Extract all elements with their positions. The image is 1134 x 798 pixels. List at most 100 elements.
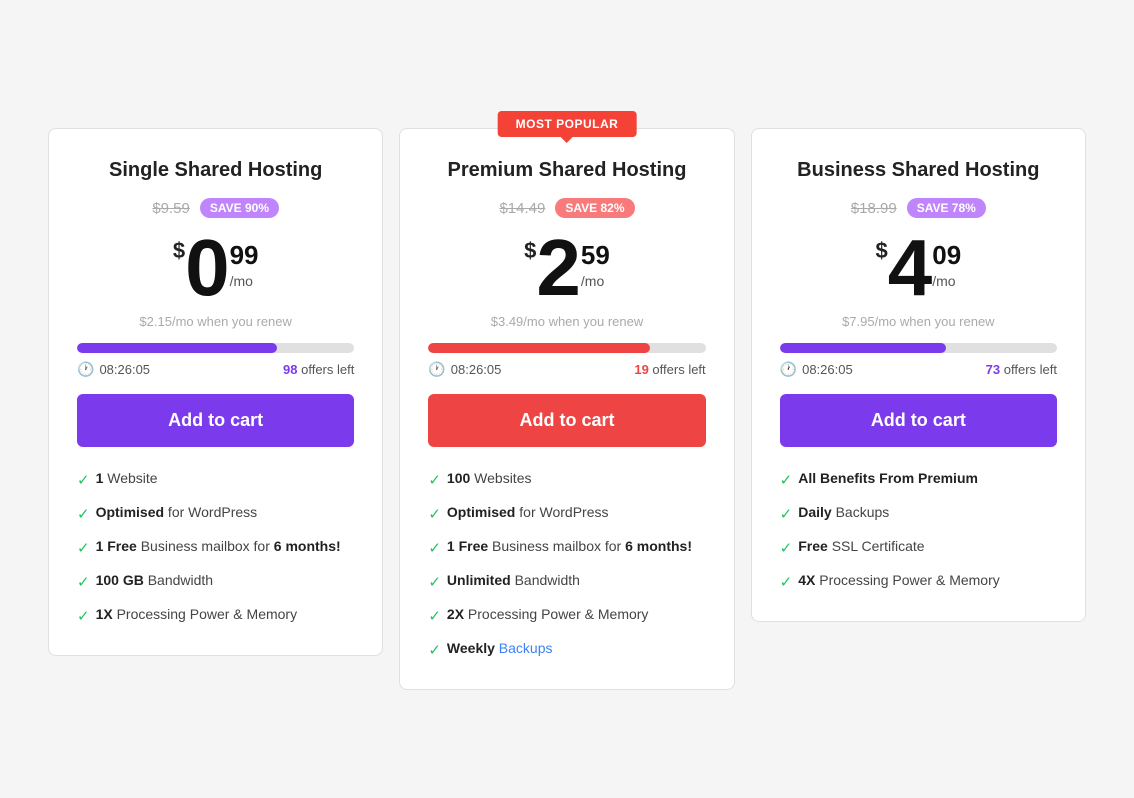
check-icon-single-0: ✓ xyxy=(77,470,90,491)
price-main-business: 4 xyxy=(888,228,933,308)
price-display-premium: $ 2 59 /mo xyxy=(428,228,705,308)
progress-bar-single xyxy=(77,343,277,353)
feature-text-premium-4: 2X Processing Power & Memory xyxy=(447,605,649,625)
feature-item-single-4: ✓ 1X Processing Power & Memory xyxy=(77,605,354,627)
original-price-single: $9.59 xyxy=(152,200,190,217)
price-dollar-single: $ xyxy=(173,238,185,264)
clock-icon-business: 🕐 xyxy=(780,361,797,378)
check-icon-premium-0: ✓ xyxy=(428,470,441,491)
save-badge-premium: SAVE 82% xyxy=(555,198,634,218)
progress-bar-premium xyxy=(428,343,650,353)
progress-bar-container-premium xyxy=(428,343,705,353)
feature-item-single-1: ✓ Optimised for WordPress xyxy=(77,503,354,525)
feature-text-single-4: 1X Processing Power & Memory xyxy=(96,605,298,625)
price-mo-premium: /mo xyxy=(581,273,610,289)
offers-left-single: 98 offers left xyxy=(283,362,354,377)
feature-item-single-3: ✓ 100 GB Bandwidth xyxy=(77,571,354,593)
check-icon-premium-5: ✓ xyxy=(428,640,441,661)
check-icon-premium-3: ✓ xyxy=(428,572,441,593)
check-icon-premium-1: ✓ xyxy=(428,504,441,525)
price-row-premium: $14.49 SAVE 82% xyxy=(428,198,705,218)
plan-title-single: Single Shared Hosting xyxy=(77,159,354,182)
check-icon-business-0: ✓ xyxy=(780,470,793,491)
feature-text-premium-1: Optimised for WordPress xyxy=(447,503,609,523)
feature-item-single-0: ✓ 1 Website xyxy=(77,469,354,491)
price-main-single: 0 xyxy=(185,228,230,308)
add-to-cart-btn-business[interactable]: Add to cart xyxy=(780,394,1057,447)
renew-text-single: $2.15/mo when you renew xyxy=(77,314,354,329)
feature-text-premium-0: 100 Websites xyxy=(447,469,532,489)
feature-list-business: ✓ All Benefits From Premium ✓ Daily Back… xyxy=(780,469,1057,593)
original-price-premium: $14.49 xyxy=(499,200,545,217)
price-display-single: $ 0 99 /mo xyxy=(77,228,354,308)
timer-row-premium: 🕐 08:26:05 19 offers left xyxy=(428,361,705,378)
feature-item-premium-2: ✓ 1 Free Business mailbox for 6 months! xyxy=(428,537,705,559)
price-row-single: $9.59 SAVE 90% xyxy=(77,198,354,218)
timer-value-business: 08:26:05 xyxy=(802,362,853,377)
save-badge-business: SAVE 78% xyxy=(907,198,986,218)
feature-item-business-0: ✓ All Benefits From Premium xyxy=(780,469,1057,491)
price-cents-mo-premium: 59 /mo xyxy=(581,228,610,289)
feature-item-premium-0: ✓ 100 Websites xyxy=(428,469,705,491)
renew-text-business: $7.95/mo when you renew xyxy=(780,314,1057,329)
feature-item-premium-4: ✓ 2X Processing Power & Memory xyxy=(428,605,705,627)
price-cents-business: 09 xyxy=(932,240,961,271)
check-icon-premium-4: ✓ xyxy=(428,606,441,627)
feature-text-premium-2: 1 Free Business mailbox for 6 months! xyxy=(447,537,692,557)
feature-list-single: ✓ 1 Website ✓ Optimised for WordPress ✓ … xyxy=(77,469,354,627)
price-dollar-business: $ xyxy=(875,238,887,264)
feature-text-single-1: Optimised for WordPress xyxy=(96,503,258,523)
pricing-wrapper: Single Shared Hosting $9.59 SAVE 90% $ 0… xyxy=(20,88,1114,710)
feature-item-business-3: ✓ 4X Processing Power & Memory xyxy=(780,571,1057,593)
most-popular-badge: MOST POPULAR xyxy=(498,111,637,137)
check-icon-business-2: ✓ xyxy=(780,538,793,559)
feature-list-premium: ✓ 100 Websites ✓ Optimised for WordPress… xyxy=(428,469,705,661)
check-icon-single-4: ✓ xyxy=(77,606,90,627)
card-premium: MOST POPULARPremium Shared Hosting $14.4… xyxy=(399,128,734,690)
timer-value-premium: 08:26:05 xyxy=(451,362,502,377)
feature-text-business-2: Free SSL Certificate xyxy=(798,537,924,557)
check-icon-business-3: ✓ xyxy=(780,572,793,593)
feature-item-business-1: ✓ Daily Backups xyxy=(780,503,1057,525)
feature-link-premium-5[interactable]: Backups xyxy=(495,640,553,656)
timer-left-business: 🕐 08:26:05 xyxy=(780,361,853,378)
timer-row-single: 🕐 08:26:05 98 offers left xyxy=(77,361,354,378)
save-badge-single: SAVE 90% xyxy=(200,198,279,218)
timer-left-single: 🕐 08:26:05 xyxy=(77,361,150,378)
timer-value-single: 08:26:05 xyxy=(99,362,150,377)
feature-text-single-2: 1 Free Business mailbox for 6 months! xyxy=(96,537,341,557)
check-icon-premium-2: ✓ xyxy=(428,538,441,559)
price-cents-mo-business: 09 /mo xyxy=(932,228,961,289)
feature-text-single-0: 1 Website xyxy=(96,469,158,489)
feature-item-business-2: ✓ Free SSL Certificate xyxy=(780,537,1057,559)
price-cents-premium: 59 xyxy=(581,240,610,271)
feature-item-premium-3: ✓ Unlimited Bandwidth xyxy=(428,571,705,593)
feature-item-premium-5: ✓ Weekly Backups xyxy=(428,639,705,661)
original-price-business: $18.99 xyxy=(851,200,897,217)
offers-left-premium: 19 offers left xyxy=(634,362,705,377)
price-mo-single: /mo xyxy=(230,273,259,289)
check-icon-single-1: ✓ xyxy=(77,504,90,525)
add-to-cart-btn-premium[interactable]: Add to cart xyxy=(428,394,705,447)
feature-text-business-1: Daily Backups xyxy=(798,503,889,523)
check-icon-single-2: ✓ xyxy=(77,538,90,559)
card-business: Business Shared Hosting $18.99 SAVE 78% … xyxy=(751,128,1086,622)
price-cents-single: 99 xyxy=(230,240,259,271)
progress-bar-container-single xyxy=(77,343,354,353)
clock-icon-premium: 🕐 xyxy=(428,361,445,378)
price-row-business: $18.99 SAVE 78% xyxy=(780,198,1057,218)
add-to-cart-btn-single[interactable]: Add to cart xyxy=(77,394,354,447)
progress-bar-business xyxy=(780,343,946,353)
price-dollar-premium: $ xyxy=(524,238,536,264)
price-mo-business: /mo xyxy=(932,273,961,289)
timer-row-business: 🕐 08:26:05 73 offers left xyxy=(780,361,1057,378)
feature-text-business-3: 4X Processing Power & Memory xyxy=(798,571,1000,591)
renew-text-premium: $3.49/mo when you renew xyxy=(428,314,705,329)
price-main-premium: 2 xyxy=(536,228,581,308)
feature-item-premium-1: ✓ Optimised for WordPress xyxy=(428,503,705,525)
check-icon-single-3: ✓ xyxy=(77,572,90,593)
feature-text-business-0: All Benefits From Premium xyxy=(798,469,978,489)
progress-bar-container-business xyxy=(780,343,1057,353)
offers-left-business: 73 offers left xyxy=(986,362,1057,377)
check-icon-business-1: ✓ xyxy=(780,504,793,525)
